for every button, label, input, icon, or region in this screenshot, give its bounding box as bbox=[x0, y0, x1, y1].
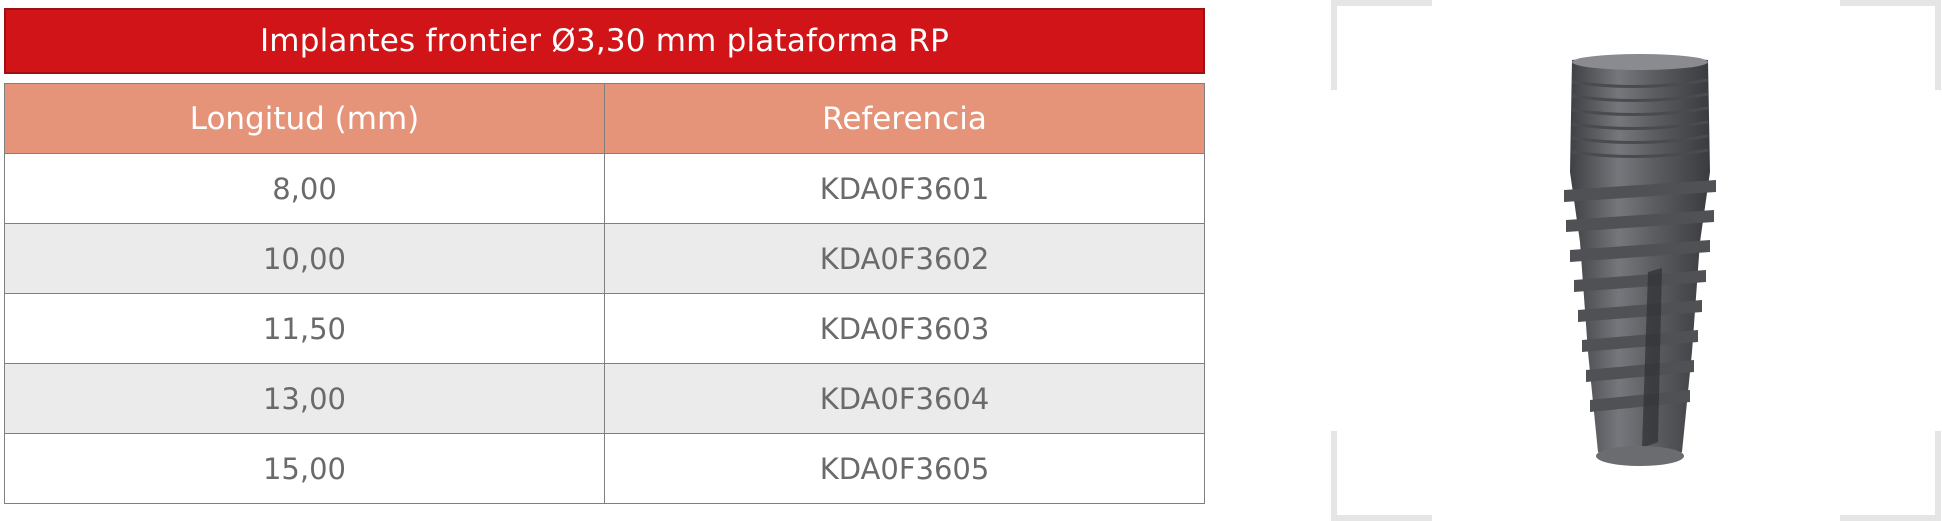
frame-corner-bottom-right bbox=[1840, 431, 1941, 521]
table-row: 13,00 KDA0F3604 bbox=[4, 363, 1205, 434]
reference-cell: KDA0F3602 bbox=[604, 223, 1205, 294]
dental-implant-icon bbox=[1564, 54, 1716, 466]
reference-cell: KDA0F3601 bbox=[604, 153, 1205, 224]
table-header-row: Longitud (mm) Referencia bbox=[4, 83, 1205, 154]
table-row: 10,00 KDA0F3602 bbox=[4, 223, 1205, 294]
reference-cell: KDA0F3605 bbox=[604, 433, 1205, 504]
table-row: 15,00 KDA0F3605 bbox=[4, 433, 1205, 504]
implant-reference-table: Longitud (mm) Referencia 8,00 KDA0F3601 … bbox=[4, 83, 1205, 504]
reference-cell: KDA0F3603 bbox=[604, 293, 1205, 364]
length-cell: 8,00 bbox=[4, 153, 605, 224]
reference-cell: KDA0F3604 bbox=[604, 363, 1205, 434]
frame-corner-top-left bbox=[1331, 0, 1432, 90]
length-cell: 10,00 bbox=[4, 223, 605, 294]
column-header-reference: Referencia bbox=[604, 83, 1205, 154]
table-row: 11,50 KDA0F3603 bbox=[4, 293, 1205, 364]
column-header-length: Longitud (mm) bbox=[4, 83, 605, 154]
frame-corner-top-right bbox=[1840, 0, 1941, 90]
length-cell: 13,00 bbox=[4, 363, 605, 434]
frame-corner-bottom-left bbox=[1331, 431, 1432, 521]
length-cell: 15,00 bbox=[4, 433, 605, 504]
table-title: Implantes frontier Ø3,30 mm plataforma R… bbox=[4, 8, 1205, 74]
length-cell: 11,50 bbox=[4, 293, 605, 364]
table-row: 8,00 KDA0F3601 bbox=[4, 153, 1205, 224]
